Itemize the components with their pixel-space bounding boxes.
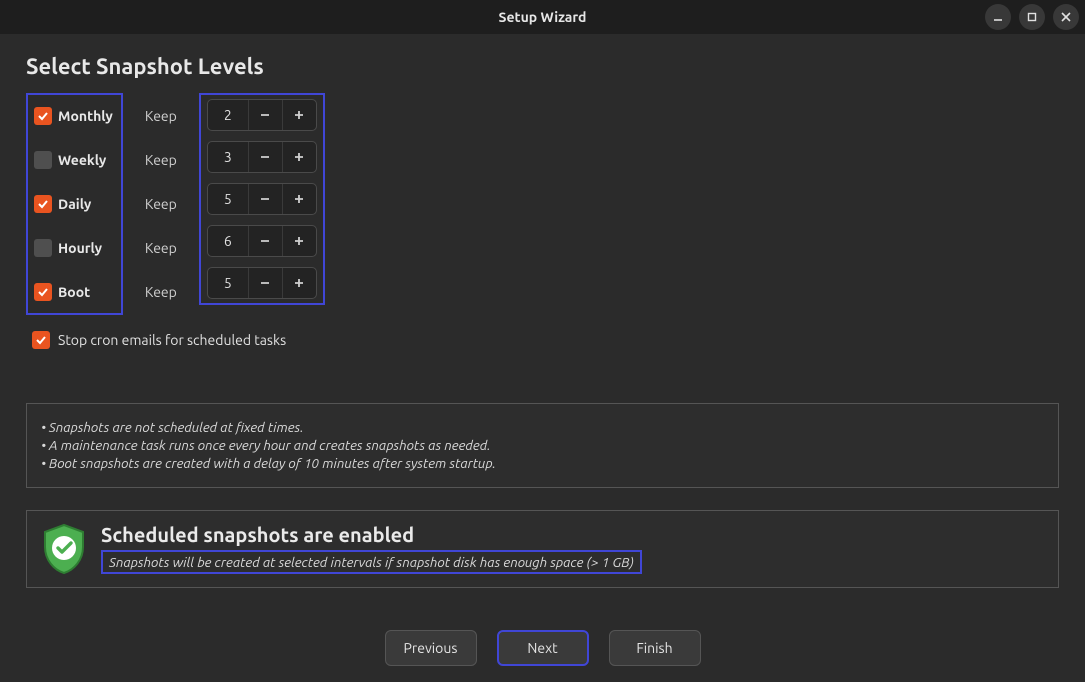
- previous-button[interactable]: Previous: [385, 630, 477, 666]
- minus-icon: [258, 192, 272, 206]
- label-daily: Daily: [58, 196, 91, 212]
- info-line-3: • Boot snapshots are created with a dela…: [41, 454, 1044, 472]
- plus-icon: [292, 234, 306, 248]
- level-monthly[interactable]: Monthly: [34, 101, 113, 131]
- status-title: Scheduled snapshots are enabled: [101, 523, 642, 546]
- plus-icon: [292, 150, 306, 164]
- spinner-boot-decrement[interactable]: [248, 268, 282, 298]
- spinner-weekly-decrement[interactable]: [248, 142, 282, 172]
- spinner-weekly[interactable]: 3: [207, 141, 317, 173]
- label-weekly: Weekly: [58, 152, 106, 168]
- status-text: Scheduled snapshots are enabled Snapshot…: [101, 523, 642, 574]
- level-daily[interactable]: Daily: [34, 189, 113, 219]
- close-icon: [1060, 11, 1072, 23]
- level-hourly[interactable]: Hourly: [34, 233, 113, 263]
- close-button[interactable]: [1053, 4, 1079, 30]
- minimize-button[interactable]: [985, 4, 1011, 30]
- stop-cron-label: Stop cron emails for scheduled tasks: [58, 332, 286, 348]
- maximize-button[interactable]: [1019, 4, 1045, 30]
- label-hourly: Hourly: [58, 240, 102, 256]
- maximize-icon: [1026, 11, 1038, 23]
- window-controls: [985, 4, 1079, 30]
- spinner-weekly-value[interactable]: 3: [208, 149, 248, 165]
- minus-icon: [258, 108, 272, 122]
- spinner-column: 2 3 5 6: [199, 93, 325, 305]
- minimize-icon: [992, 11, 1004, 23]
- keep-label-monthly: Keep: [145, 101, 177, 131]
- plus-icon: [292, 192, 306, 206]
- finish-button[interactable]: Finish: [609, 630, 701, 666]
- checkbox-hourly[interactable]: [34, 239, 52, 257]
- spinner-daily-decrement[interactable]: [248, 184, 282, 214]
- minus-icon: [258, 276, 272, 290]
- checkbox-stop-cron[interactable]: [32, 331, 50, 349]
- spinner-monthly-decrement[interactable]: [248, 100, 282, 130]
- spinner-boot-increment[interactable]: [282, 268, 316, 298]
- levels-zone: Monthly Weekly Daily Hourly Boot: [26, 93, 1059, 315]
- keep-label-daily: Keep: [145, 189, 177, 219]
- spinner-hourly-value[interactable]: 6: [208, 233, 248, 249]
- status-box: Scheduled snapshots are enabled Snapshot…: [26, 510, 1059, 588]
- status-subtitle: Snapshots will be created at selected in…: [101, 550, 642, 574]
- checkbox-daily[interactable]: [34, 195, 52, 213]
- checkbox-boot[interactable]: [34, 283, 52, 301]
- minus-icon: [258, 150, 272, 164]
- spinner-boot[interactable]: 5: [207, 267, 317, 299]
- spinner-hourly-decrement[interactable]: [248, 226, 282, 256]
- keep-label-weekly: Keep: [145, 145, 177, 175]
- level-boot[interactable]: Boot: [34, 277, 113, 307]
- plus-icon: [292, 108, 306, 122]
- spinner-monthly[interactable]: 2: [207, 99, 317, 131]
- next-button[interactable]: Next: [497, 630, 589, 666]
- info-line-2: • A maintenance task runs once every hou…: [41, 436, 1044, 454]
- spinner-weekly-increment[interactable]: [282, 142, 316, 172]
- stop-cron-row[interactable]: Stop cron emails for scheduled tasks: [32, 331, 1059, 349]
- keep-label-column: Keep Keep Keep Keep Keep: [145, 93, 177, 307]
- keep-label-hourly: Keep: [145, 233, 177, 263]
- spinner-daily-increment[interactable]: [282, 184, 316, 214]
- spinner-hourly-increment[interactable]: [282, 226, 316, 256]
- info-box: • Snapshots are not scheduled at fixed t…: [26, 403, 1059, 488]
- page-title: Select Snapshot Levels: [26, 54, 1059, 79]
- window-title: Setup Wizard: [499, 9, 587, 25]
- shield-check-icon: [41, 523, 87, 575]
- level-weekly[interactable]: Weekly: [34, 145, 113, 175]
- spinner-daily[interactable]: 5: [207, 183, 317, 215]
- label-boot: Boot: [58, 284, 90, 300]
- spinner-monthly-value[interactable]: 2: [208, 107, 248, 123]
- spinner-monthly-increment[interactable]: [282, 100, 316, 130]
- levels-checkbox-column: Monthly Weekly Daily Hourly Boot: [26, 93, 123, 315]
- info-line-1: • Snapshots are not scheduled at fixed t…: [41, 418, 1044, 436]
- checkbox-monthly[interactable]: [34, 107, 52, 125]
- spinner-daily-value[interactable]: 5: [208, 191, 248, 207]
- label-monthly: Monthly: [58, 108, 113, 124]
- footer-buttons: Previous Next Finish: [0, 630, 1085, 666]
- checkbox-weekly[interactable]: [34, 151, 52, 169]
- spinner-hourly[interactable]: 6: [207, 225, 317, 257]
- plus-icon: [292, 276, 306, 290]
- keep-label-boot: Keep: [145, 277, 177, 307]
- minus-icon: [258, 234, 272, 248]
- spinner-boot-value[interactable]: 5: [208, 275, 248, 291]
- titlebar: Setup Wizard: [0, 0, 1085, 34]
